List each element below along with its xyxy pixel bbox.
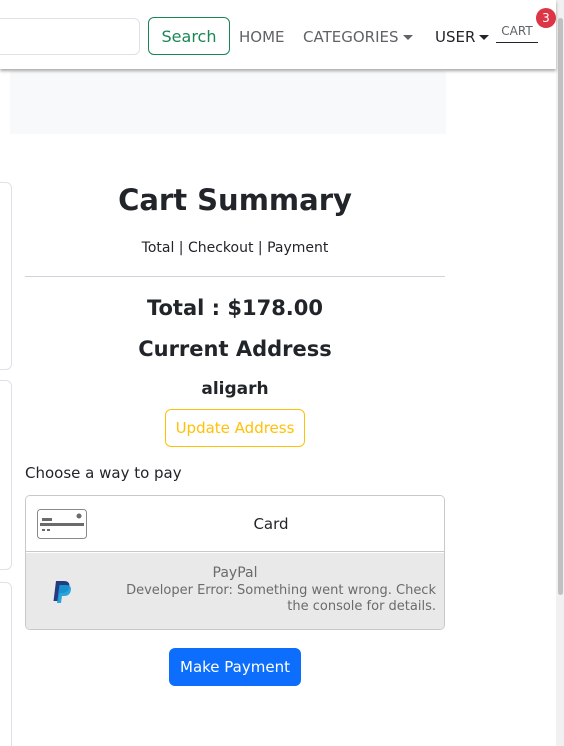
divider: [25, 276, 445, 277]
side-card: [0, 182, 12, 370]
nav-categories-label: CATEGORIES: [303, 28, 399, 46]
nav-user-label: USER: [435, 28, 476, 46]
side-card: [0, 582, 12, 746]
cart-count-badge: 3: [536, 8, 556, 28]
nav-categories-dropdown[interactable]: CATEGORIES: [303, 28, 413, 46]
nav-cart-link[interactable]: CART: [496, 24, 538, 43]
paypal-option-label: PayPal: [212, 565, 258, 581]
search-button[interactable]: Search: [148, 17, 230, 55]
make-payment-button[interactable]: Make Payment: [169, 648, 301, 686]
nav-user-dropdown[interactable]: USER: [435, 28, 490, 46]
update-address-button[interactable]: Update Address: [165, 409, 305, 447]
choose-pay-label: Choose a way to pay: [25, 464, 182, 482]
caret-down-icon: [402, 35, 413, 40]
address-value: aligarh: [201, 379, 269, 399]
paypal-payment-option[interactable]: PayPal Developer Error: Something went w…: [26, 553, 444, 629]
side-card: [0, 380, 12, 570]
search-input[interactable]: [0, 18, 140, 55]
card-option-label: Card: [253, 515, 289, 533]
scrollbar-thumb[interactable]: [558, 18, 563, 595]
paypal-error-message: Developer Error: Something went wrong. C…: [126, 583, 436, 614]
paypal-icon: [53, 581, 71, 603]
page-title: Cart Summary: [118, 183, 352, 217]
cart-total: Total : $178.00: [146, 296, 324, 320]
address-heading: Current Address: [138, 337, 332, 361]
nav-home-link[interactable]: HOME: [239, 28, 285, 46]
payment-options: Card PayPal Developer Error: Something w…: [25, 495, 445, 630]
caret-down-icon: [479, 35, 490, 40]
checkout-steps: Total | Checkout | Payment: [141, 240, 329, 256]
page-banner: [10, 71, 446, 134]
card-payment-option[interactable]: Card: [26, 496, 444, 552]
top-navbar: Search HOME CATEGORIES USER CART 3: [0, 0, 556, 69]
